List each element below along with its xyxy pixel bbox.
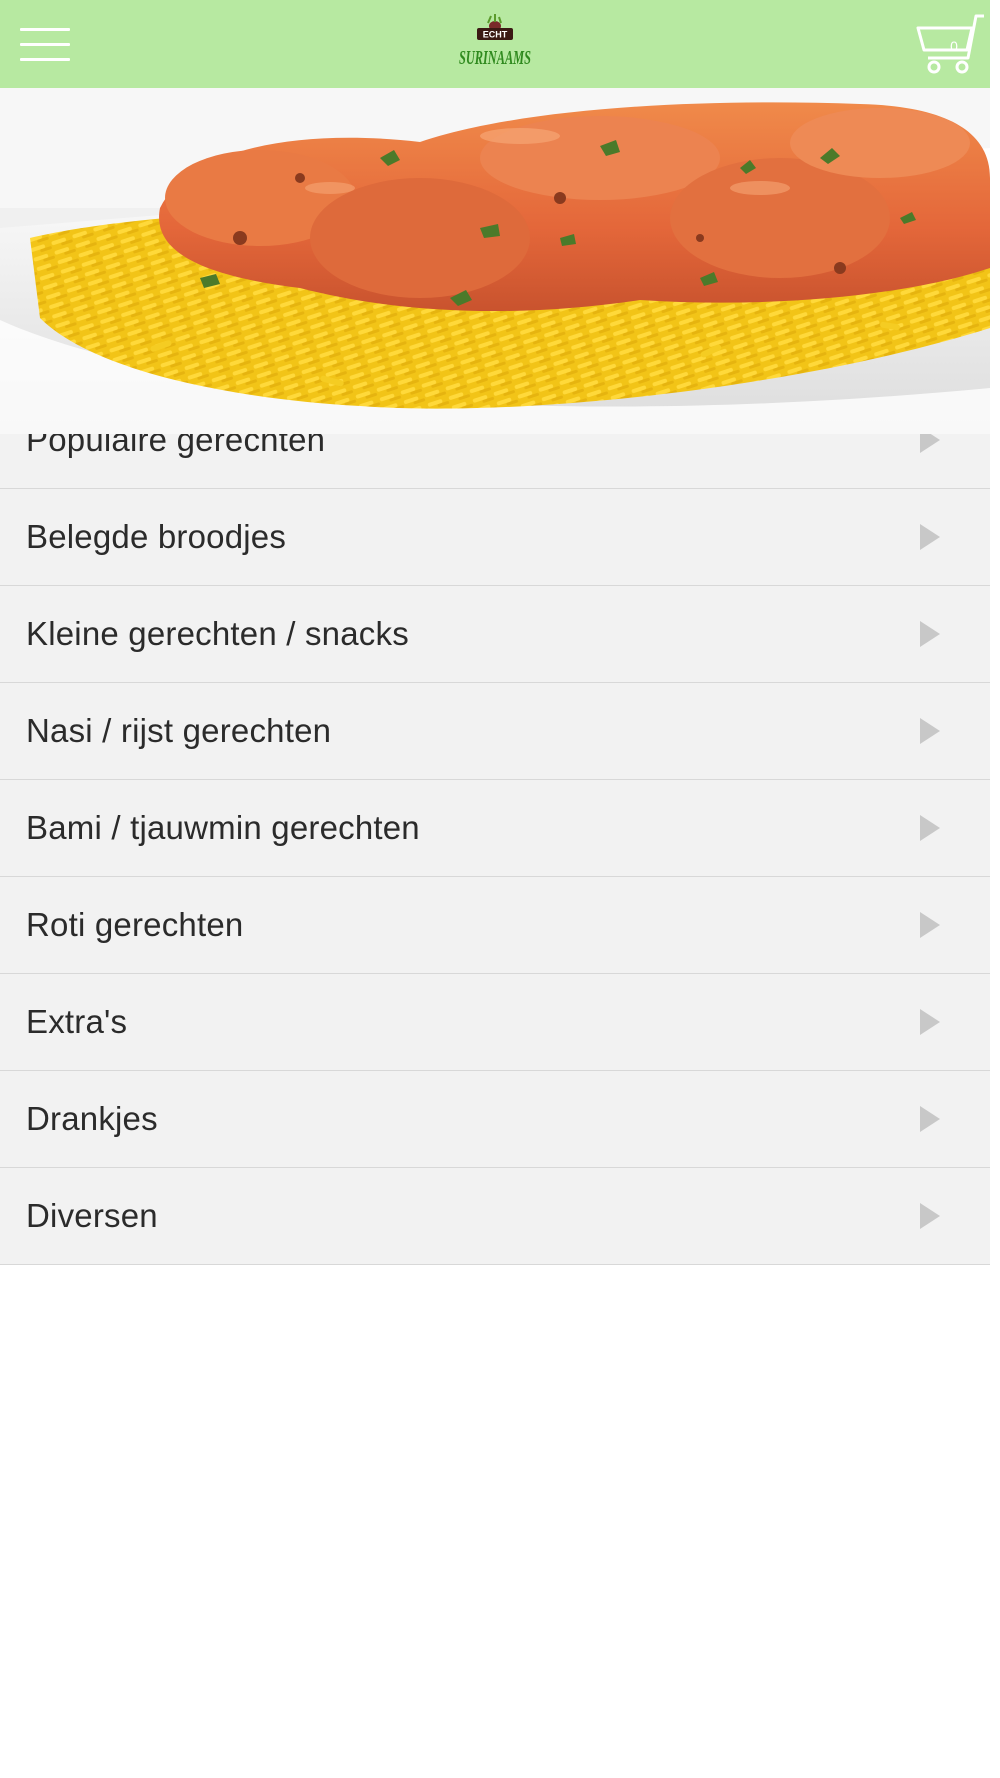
- category-item[interactable]: Nasi / rijst gerechten: [0, 683, 990, 780]
- category-item[interactable]: Diversen: [0, 1168, 990, 1265]
- category-item[interactable]: Drankjes: [0, 1071, 990, 1168]
- app-screen: ECHT SURINAAMS 0 Populaire gerechten Bel…: [0, 0, 1000, 1778]
- category-item[interactable]: Belegde broodjes: [0, 489, 990, 586]
- food-photo-icon: [0, 88, 990, 434]
- category-label: Kleine gerechten / snacks: [26, 615, 409, 652]
- category-label: Drankjes: [26, 1100, 158, 1137]
- menu-line: [20, 43, 70, 46]
- chevron-right-icon: [920, 524, 940, 550]
- logo-text-main: SURINAAMS: [459, 47, 531, 69]
- category-item[interactable]: Roti gerechten: [0, 877, 990, 974]
- category-item[interactable]: Extra's: [0, 974, 990, 1071]
- chevron-right-icon: [920, 815, 940, 841]
- chevron-right-icon: [920, 1203, 940, 1229]
- chevron-right-icon: [920, 1009, 940, 1035]
- category-label: Extra's: [26, 1003, 128, 1040]
- category-label: Nasi / rijst gerechten: [26, 712, 332, 749]
- category-label: Roti gerechten: [26, 906, 244, 943]
- cart-count-badge: 0: [950, 38, 958, 54]
- category-label: Belegde broodjes: [26, 518, 287, 555]
- category-list: Populaire gerechten Belegde broodjes Kle…: [0, 392, 990, 1265]
- shopping-cart-icon[interactable]: 0: [910, 12, 988, 76]
- category-label: Diversen: [26, 1197, 158, 1234]
- brand-logo[interactable]: ECHT SURINAAMS: [455, 14, 535, 76]
- logo-text-top: ECHT: [483, 30, 508, 40]
- category-label: Bami / tjauwmin gerechten: [26, 809, 420, 846]
- hero-food-image: [0, 88, 990, 434]
- category-item[interactable]: Kleine gerechten / snacks: [0, 586, 990, 683]
- top-bar: ECHT SURINAAMS 0: [0, 0, 990, 88]
- chevron-right-icon: [920, 621, 940, 647]
- menu-line: [20, 58, 70, 61]
- hamburger-menu-icon[interactable]: [20, 24, 70, 64]
- menu-line: [20, 28, 70, 31]
- chevron-right-icon: [920, 1106, 940, 1132]
- category-item[interactable]: Bami / tjauwmin gerechten: [0, 780, 990, 877]
- chevron-right-icon: [920, 912, 940, 938]
- chevron-right-icon: [920, 718, 940, 744]
